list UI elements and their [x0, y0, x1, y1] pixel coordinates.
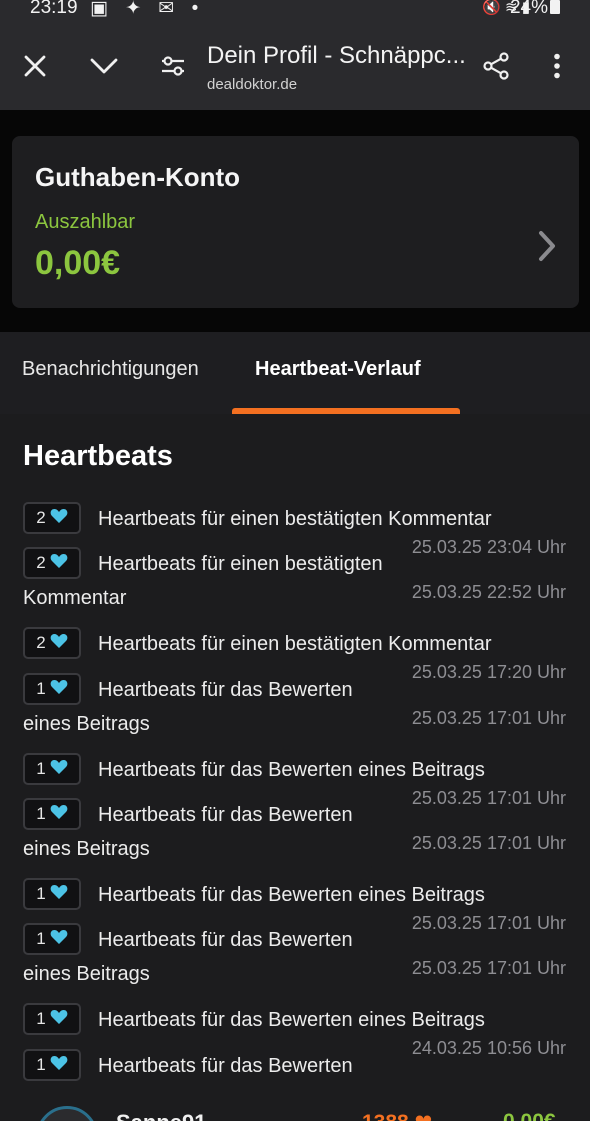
heartbeat-description-continued: eines Beitrags: [23, 963, 150, 985]
status-bar: 23:19 ▣ ✦ ✉ • 🔇 ≋ ▮ 24%: [0, 0, 590, 22]
heartbeat-timestamp: 25.03.25 17:01 Uhr: [411, 958, 566, 978]
heartbeat-timestamp: 25.03.25 17:01 Uhr: [411, 708, 566, 728]
credit-account-card[interactable]: Guthaben-Konto Auszahlbar 0,00€: [12, 136, 579, 308]
heartbeat-badge: 1: [23, 923, 81, 955]
heartbeat-count: 1: [36, 929, 46, 948]
heartbeat-count: 2: [36, 553, 46, 572]
notification-icons: ▣ ✦ ✉ •: [90, 0, 205, 19]
tab-bar: Benachrichtigungen Heartbeat-Verlauf: [0, 332, 590, 414]
heartbeat-description: Heartbeats für das Bewerten eines Beitra…: [98, 759, 485, 781]
heartbeat-description-continued: Kommentar: [23, 587, 127, 609]
heart-icon: [50, 553, 68, 574]
chevron-down-icon[interactable]: [88, 50, 120, 82]
user-name: Sanne91: [116, 1110, 207, 1121]
heartbeat-description-continued: eines Beitrags: [23, 838, 150, 860]
user-points: 1388 ❤: [362, 1110, 432, 1121]
tab-notifications[interactable]: Benachrichtigungen: [22, 358, 199, 381]
share-icon[interactable]: [480, 50, 512, 82]
heartbeat-description: Heartbeats für einen bestätigten Komment…: [98, 633, 492, 655]
heartbeat-count: 1: [36, 884, 46, 903]
heart-icon: [50, 884, 68, 905]
heartbeat-badge: 1: [23, 798, 81, 830]
heartbeat-description: Heartbeats für einen bestätigten Komment…: [98, 508, 492, 530]
heartbeat-timestamp: 25.03.25 23:04 Uhr: [411, 537, 566, 557]
heartbeat-description: Heartbeats für das Bewerten: [98, 804, 353, 826]
heartbeat-count: 2: [36, 508, 46, 527]
user-row[interactable]: Sanne91 1388 ❤ 0,00€: [0, 1090, 590, 1121]
heartbeat-timestamp: 25.03.25 17:01 Uhr: [411, 788, 566, 808]
browser-toolbar: Dein Profil - Schnäppc... dealdoktor.de: [0, 22, 590, 110]
heart-icon: [50, 759, 68, 780]
credit-account-title: Guthaben-Konto: [35, 162, 241, 192]
heartbeat-timestamp: 25.03.25 17:01 Uhr: [411, 833, 566, 853]
heartbeat-count: 1: [36, 804, 46, 823]
page-url: dealdoktor.de: [207, 76, 298, 93]
heartbeat-badge: 2: [23, 627, 81, 659]
heartbeat-timestamp: 25.03.25 22:52 Uhr: [411, 582, 566, 602]
heart-icon: [50, 679, 68, 700]
battery-icon: [550, 0, 560, 14]
heart-icon: ❤: [415, 1111, 433, 1121]
heartbeat-badge: 1: [23, 753, 81, 785]
heartbeat-badge: 1: [23, 1003, 81, 1035]
heartbeat-description-continued: eines Beitrags: [23, 713, 150, 735]
heart-icon: [50, 1009, 68, 1030]
heartbeat-count: 1: [36, 679, 46, 698]
heartbeat-description: Heartbeats für das Bewerten: [98, 1055, 353, 1077]
heart-icon: [50, 929, 68, 950]
settings-sliders-icon[interactable]: [157, 50, 189, 82]
battery-level: 24%: [509, 0, 548, 18]
heartbeat-description: Heartbeats für das Bewerten eines Beitra…: [98, 1009, 485, 1031]
payout-label: Auszahlbar: [35, 211, 136, 233]
more-vert-icon[interactable]: [541, 50, 573, 82]
heartbeat-timestamp: 24.03.25 10:56 Uhr: [411, 1038, 566, 1058]
chevron-right-icon[interactable]: [537, 230, 557, 267]
heartbeat-count: 2: [36, 633, 46, 652]
tab-heartbeat-history[interactable]: Heartbeat-Verlauf: [255, 358, 421, 381]
status-time: 23:19: [30, 0, 78, 18]
close-icon[interactable]: [19, 50, 51, 82]
heartbeat-badge: 1: [23, 673, 81, 705]
heart-icon: [50, 804, 68, 825]
heartbeat-description: Heartbeats für das Bewerten: [98, 929, 353, 951]
heartbeat-timestamp: 25.03.25 17:01 Uhr: [411, 913, 566, 933]
heartbeat-count: 1: [36, 759, 46, 778]
heartbeat-description: Heartbeats für das Bewerten eines Beitra…: [98, 884, 485, 906]
heartbeat-count: 1: [36, 1009, 46, 1028]
user-balance: 0,00€: [503, 1110, 556, 1121]
user-points-value: 1388: [362, 1111, 409, 1121]
heartbeat-timestamp: 25.03.25 17:20 Uhr: [411, 662, 566, 682]
heart-icon: [50, 633, 68, 654]
heartbeat-count: 1: [36, 1055, 46, 1074]
heartbeat-badge: 1: [23, 878, 81, 910]
section-title: Heartbeats: [23, 440, 173, 472]
page-title: Dein Profil - Schnäppc...: [207, 42, 466, 69]
avatar[interactable]: [36, 1106, 98, 1121]
heartbeat-badge: 2: [23, 547, 81, 579]
heart-icon: [50, 1055, 68, 1076]
heartbeat-description: Heartbeats für das Bewerten: [98, 679, 353, 701]
heart-icon: [50, 508, 68, 529]
active-tab-indicator: [232, 408, 460, 414]
heartbeat-description: Heartbeats für einen bestätigten: [98, 553, 383, 575]
heartbeat-badge: 1: [23, 1049, 81, 1081]
payout-amount: 0,00€: [35, 244, 121, 282]
heartbeat-badge: 2: [23, 502, 81, 534]
